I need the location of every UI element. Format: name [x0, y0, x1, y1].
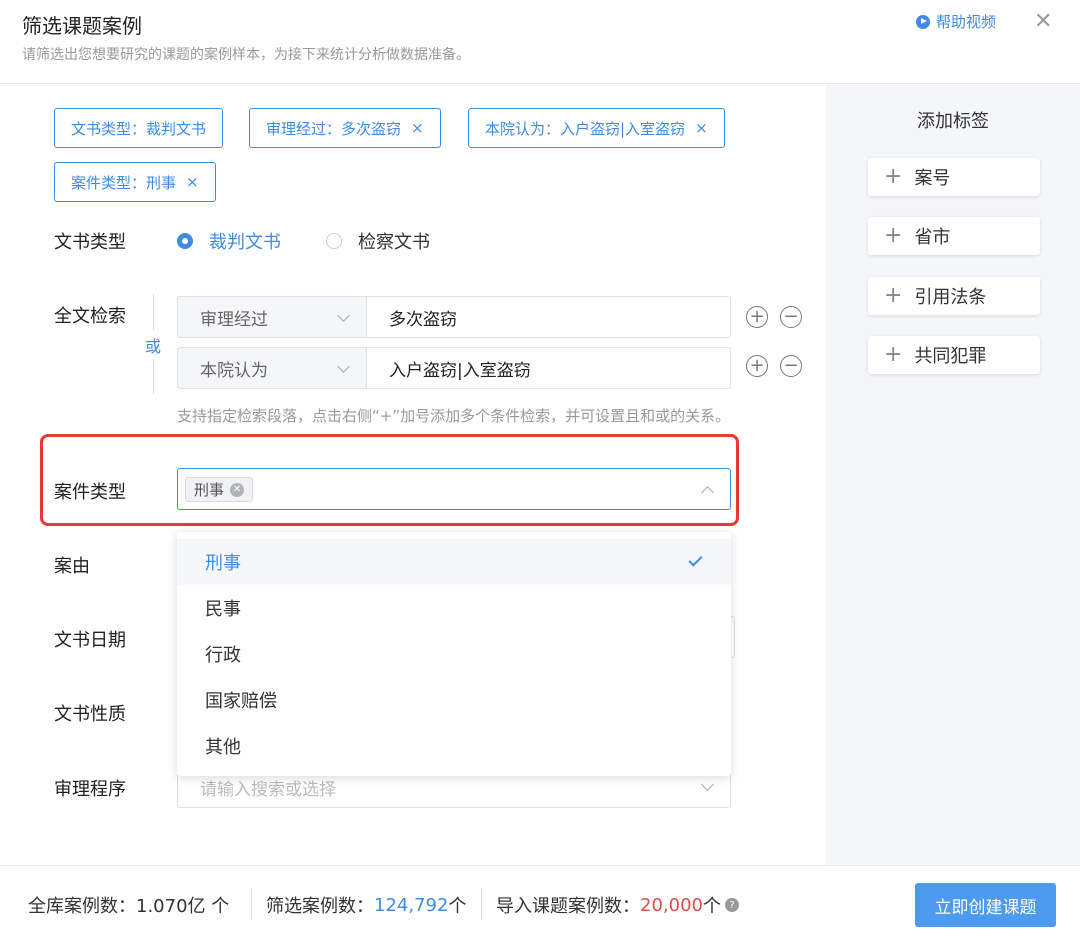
dropdown-option[interactable]: 其他 [177, 723, 731, 769]
imported-count: 导入课题案例数： 20,000 个 ? [496, 892, 739, 918]
create-topic-button[interactable]: 立即创建课题 [915, 883, 1056, 927]
filter-chip-court-opinion: 本院认为：入户盗窃|入室盗窃 × [468, 108, 725, 148]
chevron-down-icon [701, 778, 714, 791]
dialog-subtitle: 请筛选出您想要研究的课题的案例样本，为接下来统计分析做数据准备。 [22, 47, 470, 63]
help-video-link[interactable]: 帮助视频 [916, 11, 996, 32]
add-tag-case-number-button[interactable]: + 案号 [868, 158, 1040, 196]
radio-procuratorate-doc[interactable]: 检察文书 [326, 228, 430, 254]
radio-dot [326, 233, 342, 249]
tag-remove-icon[interactable]: ✕ [230, 482, 245, 497]
dropdown-option[interactable]: 行政 [177, 631, 731, 677]
selected-tag: 刑事 ✕ [185, 477, 254, 502]
radio-dot [177, 233, 193, 249]
doc-nature-label: 文书性质 [54, 704, 126, 725]
help-video-label: 帮助视频 [936, 13, 997, 31]
add-condition-icon[interactable]: + [746, 355, 768, 377]
procedure-label: 审理程序 [54, 779, 126, 800]
footer-divider [251, 888, 252, 920]
sidebar-title: 添加标签 [917, 111, 989, 132]
or-toggle[interactable]: 或 [145, 331, 162, 359]
add-tag-joint-crime-button[interactable]: + 共同犯罪 [868, 336, 1040, 374]
question-icon[interactable]: ? [724, 898, 739, 912]
remove-condition-icon[interactable]: − [780, 306, 802, 328]
filter-chip-case-type: 案件类型：刑事 × [54, 162, 216, 202]
case-type-select[interactable]: 刑事 ✕ [177, 468, 731, 510]
plus-icon: + [884, 164, 903, 189]
fulltext-label: 全文检索 [54, 306, 126, 327]
check-icon [688, 552, 703, 567]
dialog-footer: 全库案例数： 1.070亿 个 筛选案例数： 124,792 个 导入课题案例数… [0, 865, 1080, 943]
dropdown-option[interactable]: 国家赔偿 [177, 677, 731, 723]
plus-icon: + [884, 283, 903, 308]
plus-icon: + [884, 342, 903, 367]
search-keyword-input[interactable]: 入户盗窃|入室盗窃 [366, 347, 731, 389]
search-keyword-input[interactable]: 多次盗窃 [366, 296, 731, 338]
close-icon[interactable]: ✕ [1034, 8, 1052, 36]
chip-close-icon[interactable]: × [186, 173, 199, 191]
chip-close-icon[interactable]: × [411, 119, 424, 137]
search-field-select[interactable]: 本院认为 [177, 347, 367, 389]
total-count: 全库案例数： 1.070亿 个 [28, 896, 230, 917]
add-tag-cited-law-button[interactable]: + 引用法条 [868, 277, 1040, 315]
chevron-down-icon [337, 309, 350, 322]
search-field-select[interactable]: 审理经过 [177, 296, 367, 338]
doc-type-label: 文书类型 [54, 232, 126, 253]
filtered-count: 筛选案例数： 124,792 个 [266, 894, 467, 918]
chip-close-icon[interactable]: × [695, 119, 708, 137]
remove-condition-icon[interactable]: − [780, 355, 802, 377]
plus-icon: + [884, 223, 903, 248]
chevron-up-icon [701, 486, 714, 499]
case-type-label: 案件类型 [54, 482, 126, 503]
chevron-down-icon [337, 360, 350, 373]
radio-judgment-doc[interactable]: 裁判文书 [177, 228, 281, 254]
dialog-header: 筛选课题案例 请筛选出您想要研究的课题的案例样本，为接下来统计分析做数据准备。 … [0, 0, 1080, 84]
footer-divider [481, 888, 482, 920]
tag-sidebar: 添加标签 + 案号 + 省市 + 引用法条 + 共同犯罪 [826, 85, 1080, 865]
add-tag-province-button[interactable]: + 省市 [868, 217, 1040, 255]
dialog-title: 筛选课题案例 [22, 14, 142, 38]
dropdown-option[interactable]: 刑事 [177, 539, 731, 585]
filter-chip-trial-process: 审理经过：多次盗窃 × [249, 108, 441, 148]
play-icon [916, 14, 930, 29]
search-hint: 支持指定检索段落，点击右侧“+”加号添加多个条件检索，并可设置且和或的关系。 [177, 407, 731, 425]
case-type-dropdown: 刑事 民事 行政 国家赔偿 其他 [177, 532, 731, 776]
dropdown-option[interactable]: 民事 [177, 585, 731, 631]
add-condition-icon[interactable]: + [746, 306, 768, 328]
doc-date-label: 文书日期 [54, 630, 126, 651]
filter-chip-doc-type: 文书类型：裁判文书 [54, 108, 224, 148]
case-cause-label: 案由 [54, 556, 90, 577]
